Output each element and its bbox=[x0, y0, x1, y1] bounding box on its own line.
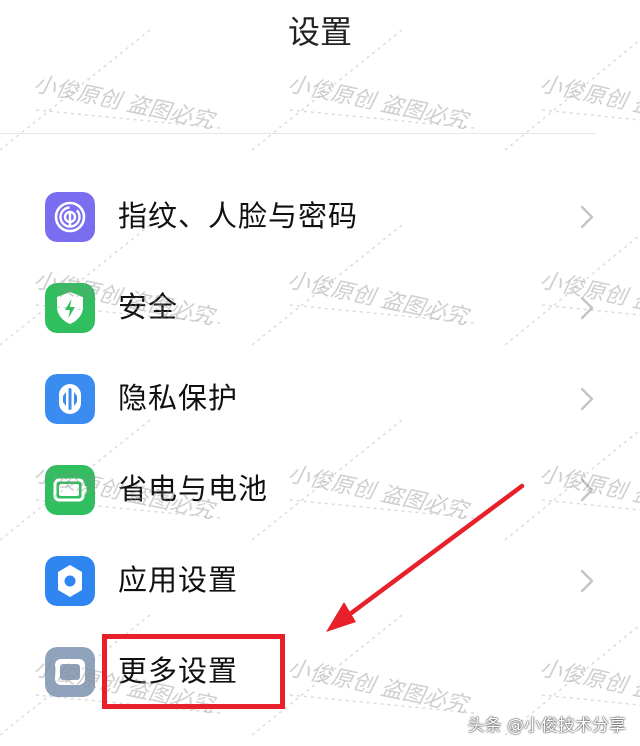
privacy-icon bbox=[45, 374, 95, 424]
settings-item-label: 指纹、人脸与密码 bbox=[118, 199, 359, 233]
gear-icon bbox=[45, 556, 95, 606]
settings-item-more-settings[interactable]: 更多设置 bbox=[0, 625, 640, 716]
chevron-right-icon bbox=[580, 205, 594, 229]
chevron-right-icon bbox=[580, 387, 594, 411]
settings-item-app-settings[interactable]: 应用设置 bbox=[0, 534, 640, 625]
header-divider bbox=[0, 133, 596, 134]
settings-item-label: 应用设置 bbox=[118, 563, 239, 597]
chevron-right-icon bbox=[580, 478, 594, 502]
settings-item-label: 安全 bbox=[118, 290, 179, 324]
credit-watermark: 头条 @小俊技术分享 bbox=[467, 716, 626, 736]
fingerprint-icon bbox=[45, 192, 95, 242]
chevron-right-icon bbox=[580, 569, 594, 593]
settings-list: 指纹、人脸与密码 安全 隐私保护 省电与电池 应用设置 更多设置 bbox=[0, 170, 640, 716]
chevron-right-icon bbox=[580, 296, 594, 320]
settings-screen: 设置 指纹、人脸与密码 安全 隐私保护 省电与电池 应用设置 更多设置 小俊原创… bbox=[0, 0, 640, 746]
watermark-text: 小俊原创 盗图必究 bbox=[31, 71, 216, 135]
settings-item-label: 更多设置 bbox=[118, 654, 239, 688]
settings-item-label: 隐私保护 bbox=[118, 381, 239, 415]
settings-item-label: 省电与电池 bbox=[118, 472, 269, 506]
watermark-text: 小俊原创 盗图必究 bbox=[537, 71, 640, 135]
more-settings-icon bbox=[45, 647, 95, 697]
settings-item-fingerprint-face-password[interactable]: 指纹、人脸与密码 bbox=[0, 170, 640, 261]
settings-item-battery[interactable]: 省电与电池 bbox=[0, 443, 640, 534]
page-title: 设置 bbox=[287, 13, 352, 51]
settings-item-privacy[interactable]: 隐私保护 bbox=[0, 352, 640, 443]
watermark-text: 小俊原创 盗图必究 bbox=[285, 71, 470, 135]
shield-icon bbox=[45, 283, 95, 333]
settings-item-security[interactable]: 安全 bbox=[0, 261, 640, 352]
battery-icon bbox=[45, 465, 95, 515]
